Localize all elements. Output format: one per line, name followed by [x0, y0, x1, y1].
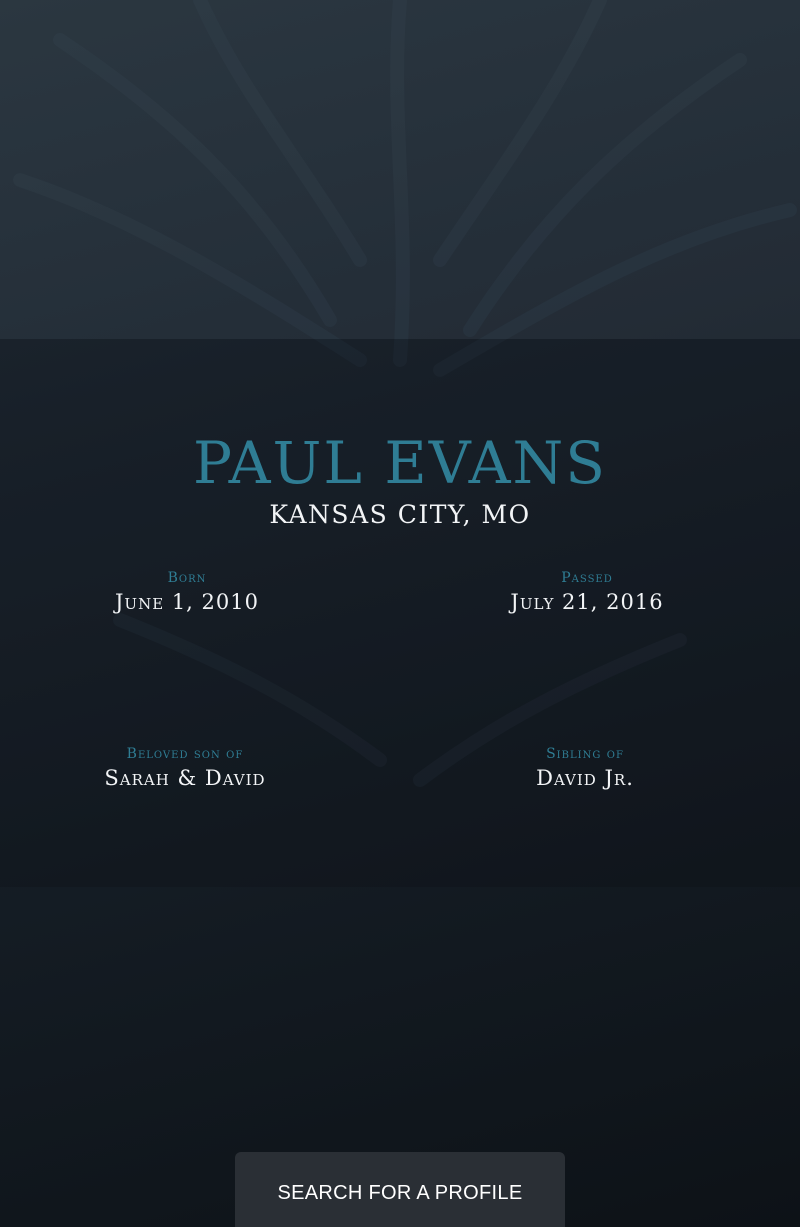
parents-value: Sarah & David — [104, 766, 266, 790]
profile-name: PAUL EVANS — [192, 429, 608, 497]
passed-label: Passed — [561, 570, 613, 586]
header-banner — [0, 0, 800, 339]
profile-location: KANSAS CITY, MO — [269, 500, 531, 529]
born-field: Born June 1, 2010 — [37, 568, 337, 616]
passed-field: Passed July 21, 2016 — [437, 568, 737, 616]
born-label: Born — [167, 570, 207, 586]
sibling-label: Sibling of — [546, 746, 624, 762]
parents-label: Beloved son of — [126, 746, 244, 762]
parents-field: Beloved son of Sarah & David — [35, 744, 335, 792]
passed-value: July 21, 2016 — [510, 590, 664, 614]
born-value: June 1, 2010 — [115, 590, 259, 614]
sibling-field: Sibling of David Jr. — [435, 744, 735, 792]
sibling-value: David Jr. — [536, 766, 634, 790]
search-profile-button[interactable]: SEARCH FOR A PROFILE — [235, 1152, 565, 1227]
